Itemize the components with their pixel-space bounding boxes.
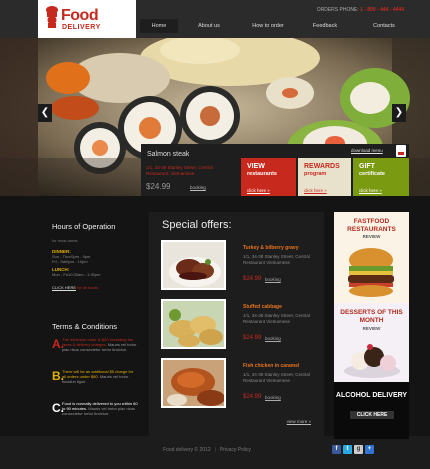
phone-label: ORDERS PHONE: [316,7,359,13]
click-here-link[interactable]: CLICK HERE [52,285,76,290]
slider-next-arrow[interactable]: ❯ [392,104,406,122]
logo-subtitle: DELIVERY [62,24,101,31]
lunch-line: Mon - Fri10:30am - 1:30pm [52,272,101,277]
offer-name[interactable]: Fish chicken in caramel [243,363,299,369]
nav-how-to-order[interactable]: How to order [240,19,296,33]
special-offers: Special offers: Turkey & bilberry gravy … [149,212,324,438]
footer-separator: | [214,447,216,453]
promo-subtitle: certificate [359,170,385,177]
twitter-icon[interactable]: t [343,445,352,454]
view-more-link[interactable]: view more » [287,419,311,424]
click-suffix: for all hours [77,285,99,290]
terms-and-conditions: Terms & Conditions A. The minimum order … [52,322,138,433]
promo-rewards-program[interactable]: REWARDS program click here » [298,158,351,196]
facebook-icon[interactable]: f [332,445,341,454]
offer-address: 1/1, 34-38 Stanley Street, Central Resta… [243,372,310,383]
term-item: A. The minimum order is $20 excluding th… [52,337,138,369]
privacy-policy-link[interactable]: Privacy Policy [220,447,251,453]
term-item: B. There will be an additional $5 charge… [52,369,138,401]
special-offers-title: Special offers: [162,219,232,231]
ad-title: ALCOHOL DELIVERY [335,392,408,399]
pdf-icon[interactable] [396,145,406,157]
nav-home[interactable]: Home [140,19,178,33]
offer-address: 1/1, 34-38 Stanley Street, Central Resta… [243,254,310,265]
alcohol-ad[interactable]: ALCOHOL DELIVERY CLICK HERE [334,382,409,439]
offer-item: Turkey & bilberry gravy 1/1, 34-38 Stanl… [161,240,317,292]
offer-name[interactable]: Stuffed cabbage [243,304,282,310]
copyright: Food delivery © 2012 [163,447,211,453]
chef-hat-icon [46,6,58,28]
hours-note: for most areas [52,238,78,243]
offer-address: 1/1, 34-38 Stanley Street, Central Resta… [243,313,310,324]
fastfood-ad[interactable]: FASTFOOD RESTAURANTS REVIEW [334,212,409,303]
offer-image[interactable] [161,240,226,290]
header: Food DELIVERY ORDERS PHONE: 1 - 800 - 44… [0,0,430,38]
hours-of-operation: Hours of Operation for most areas DINNER… [52,222,138,290]
footer: Food delivery © 2012 | Privacy Policy f t … [0,440,430,469]
nav-about-us[interactable]: About us [178,19,240,33]
offer-image[interactable] [161,358,226,408]
nav-contacts[interactable]: Contacts [354,19,414,33]
offer-name[interactable]: Turkey & bilberry gravy [243,245,299,251]
slider-prev-arrow[interactable]: ❮ [38,104,52,122]
caption-price: $24.99 [146,182,171,191]
main-nav: Home About us How to order Feedback Cont… [140,19,414,33]
term-letter: A. [52,337,64,351]
all-hours-link[interactable]: CLICK HERE for all hours [52,285,138,290]
dessert-icon [344,344,400,378]
nav-feedback[interactable]: Feedback [296,19,354,33]
promo-view-restaurants[interactable]: VIEW restaurants click here » [241,158,296,196]
promo-link[interactable]: click here » [304,188,327,193]
orders-phone: ORDERS PHONE: 1 - 800 - 444 - 4444 [317,7,404,13]
ad-title: FASTFOOD RESTAURANTS [347,218,396,233]
ad-click-button[interactable]: CLICK HERE [350,411,394,419]
promo-link[interactable]: click here » [247,188,270,193]
promo-title: REWARDS [304,163,340,170]
offer-booking-link[interactable]: booking [265,277,281,282]
offer-price: $24.99 [243,335,262,341]
term-item: C. Food is normally delivered to you wit… [52,401,138,433]
promo-gift-certificate[interactable]: GIFT certificate click here » [353,158,409,196]
offer-item: Fish chicken in caramel 1/1, 34-38 Stanl… [161,358,317,410]
ad-title: DESSERTS OF THIS MONTH [340,309,403,324]
ad-subtitle: REVIEW [362,234,381,239]
dinner-line: Fri - Sat5pm - 10pm [52,259,88,264]
phone-number: 1 - 800 - 444 - 4444 [360,7,404,13]
promo-subtitle: restaurants [247,170,277,177]
offer-item: Stuffed cabbage 1/1, 34-38 Stanley Stree… [161,299,317,351]
terms-title: Terms & Conditions [52,322,118,331]
offer-booking-link[interactable]: booking [265,395,281,400]
footer-text: Food delivery © 2012 | Privacy Policy [163,447,251,453]
promo-subtitle: program [304,170,327,177]
offer-price: $24.99 [243,276,262,282]
hours-title: Hours of Operation [52,222,116,231]
term-letter: B. [52,369,64,383]
logo-title: Food [61,7,99,24]
social-links: f t g + [332,445,374,454]
promo-title: VIEW [247,163,265,170]
offer-booking-link[interactable]: booking [265,336,281,341]
caption-title: Salmon steak [147,151,190,158]
delicious-icon[interactable]: + [365,445,374,454]
google-icon[interactable]: g [354,445,363,454]
desserts-ad[interactable]: DESSERTS OF THIS MONTH REVIEW [334,303,409,382]
offer-image[interactable] [161,299,226,349]
promo-link[interactable]: click here » [359,188,382,193]
offer-price: $24.99 [243,394,262,400]
caption-address: 1/1, 34-38 Stanley Street, Central Resta… [146,165,213,176]
download-menu-link[interactable]: download menu [351,148,383,153]
promo-title: GIFT [359,163,375,170]
logo[interactable]: Food DELIVERY [38,0,136,38]
ad-subtitle: REVIEW [362,326,381,331]
term-letter: C. [52,401,64,415]
burger-icon [348,248,394,297]
caption-booking-link[interactable]: booking [190,185,206,190]
